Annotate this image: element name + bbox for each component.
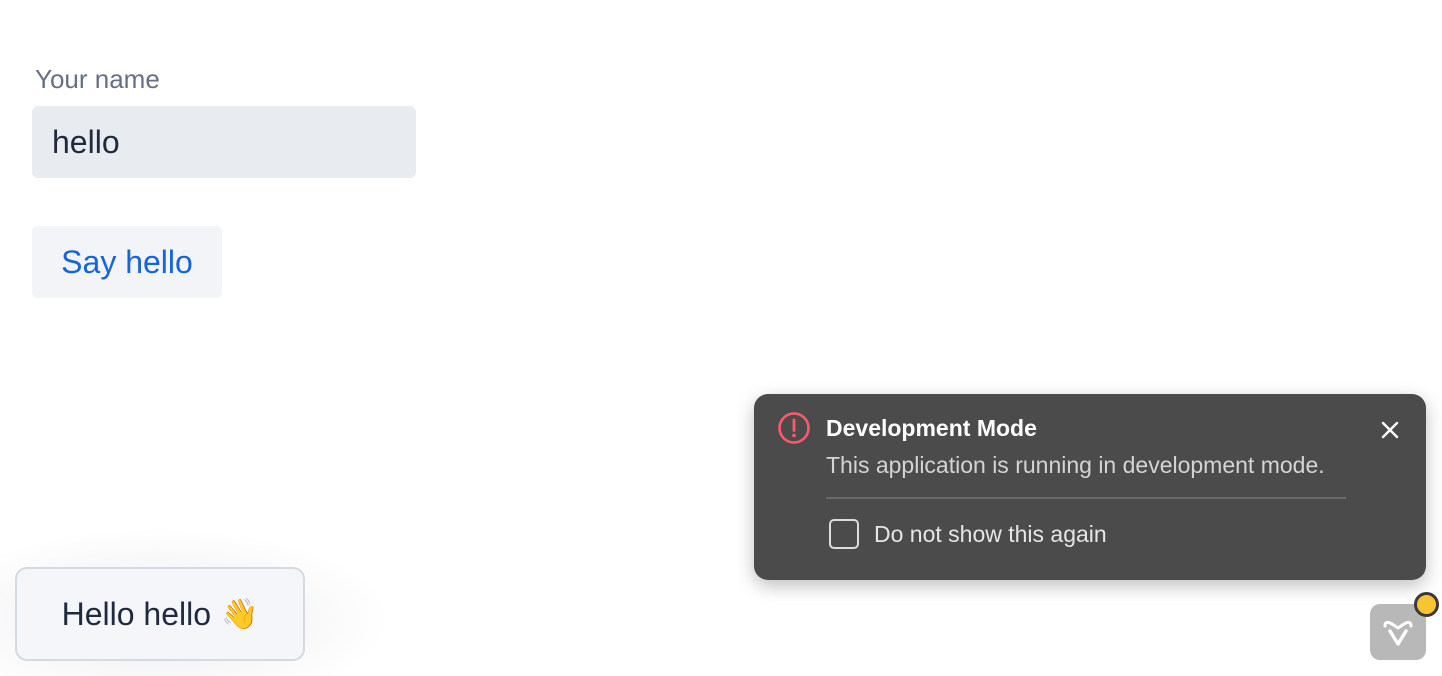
name-input[interactable] bbox=[32, 106, 416, 178]
do-not-show-checkbox[interactable] bbox=[829, 519, 859, 549]
waving-hand-icon: 👋 bbox=[221, 597, 259, 631]
say-hello-button[interactable]: Say hello bbox=[32, 226, 222, 298]
dev-mode-divider bbox=[826, 497, 1346, 499]
name-field-label: Your name bbox=[35, 64, 160, 94]
vaadin-logo-icon bbox=[1383, 620, 1413, 646]
dev-mode-message: This application is running in developme… bbox=[826, 452, 1325, 478]
devtools-status-dot bbox=[1414, 592, 1439, 617]
dev-mode-title: Development Mode bbox=[826, 415, 1037, 441]
dev-mode-popup: Development Mode This application is run… bbox=[754, 394, 1426, 580]
close-icon[interactable] bbox=[1376, 416, 1404, 444]
hello-notification: Hello hello 👋 bbox=[15, 567, 305, 661]
warning-icon bbox=[778, 412, 810, 444]
notification-text: Hello hello bbox=[61, 595, 212, 632]
do-not-show-label[interactable]: Do not show this again bbox=[874, 521, 1107, 548]
app-root: Your name Say hello Hello hello 👋 Develo… bbox=[0, 0, 1442, 676]
